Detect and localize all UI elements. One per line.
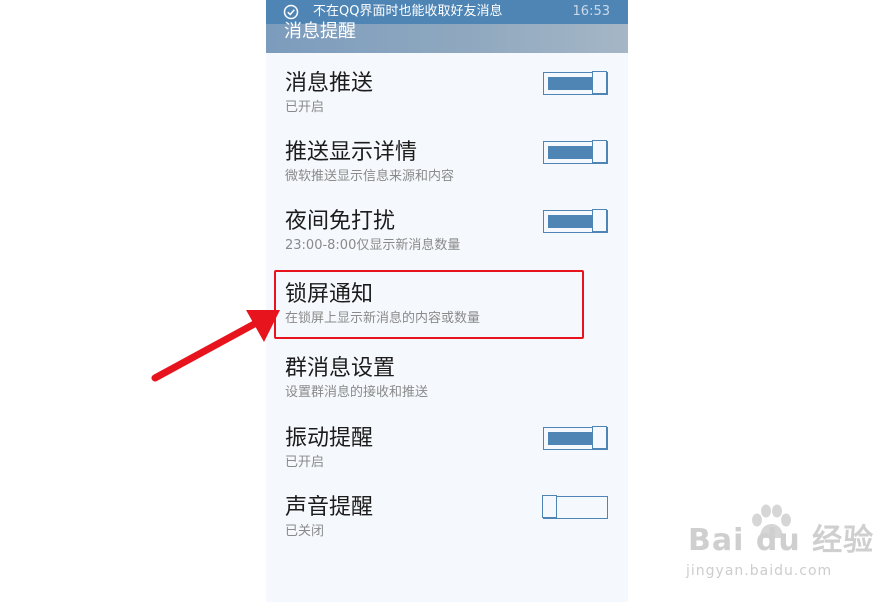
setting-push-details[interactable]: 推送显示详情 微软推送显示信息来源和内容 — [266, 139, 628, 199]
phone-screen: 不在QQ界面时也能收取好友消息 16:53 消息提醒 消息推送 已开启 推送显示… — [266, 0, 628, 602]
setting-title: 推送显示详情 — [285, 140, 418, 165]
status-notice-text: 不在QQ界面时也能收取好友消息 — [313, 4, 503, 19]
setting-title: 锁屏通知 — [285, 282, 374, 307]
setting-title: 群消息设置 — [285, 356, 396, 381]
setting-title: 振动提醒 — [285, 426, 374, 451]
setting-lock-screen-notify[interactable]: 锁屏通知 在锁屏上显示新消息的内容或数量 — [266, 281, 628, 341]
check-circle-icon — [283, 4, 299, 20]
setting-group-message[interactable]: 群消息设置 设置群消息的接收和推送 — [266, 355, 628, 415]
baidu-jingyan-watermark: Bai du 经验 jingyan.baidu.com — [686, 500, 873, 590]
page-header: 消息提醒 — [266, 21, 628, 53]
red-arrow-icon — [151, 310, 280, 382]
setting-title: 声音提醒 — [285, 495, 374, 520]
status-time: 16:53 — [572, 4, 610, 19]
vibration-toggle[interactable] — [543, 426, 608, 450]
setting-title: 消息推送 — [285, 71, 374, 96]
setting-subtitle: 已关闭 — [285, 524, 325, 539]
watermark-url: jingyan.baidu.com — [686, 563, 833, 579]
setting-subtitle: 设置群消息的接收和推送 — [285, 385, 429, 400]
setting-subtitle: 已开启 — [285, 100, 325, 115]
watermark-brand: Bai du 经验 — [688, 523, 875, 558]
night-dnd-toggle[interactable] — [543, 209, 608, 233]
setting-vibration[interactable]: 振动提醒 已开启 — [266, 425, 628, 485]
message-push-toggle[interactable] — [543, 71, 608, 95]
sound-toggle[interactable] — [542, 495, 608, 519]
page-title: 消息提醒 — [284, 21, 356, 42]
setting-message-push[interactable]: 消息推送 已开启 — [266, 70, 628, 130]
setting-subtitle: 已开启 — [285, 455, 325, 470]
push-details-toggle[interactable] — [543, 140, 608, 164]
setting-night-dnd[interactable]: 夜间免打扰 23:00-8:00仅显示新消息数量 — [266, 208, 628, 268]
setting-subtitle: 在锁屏上显示新消息的内容或数量 — [285, 311, 481, 326]
setting-subtitle: 23:00-8:00仅显示新消息数量 — [285, 238, 461, 253]
setting-sound[interactable]: 声音提醒 已关闭 — [266, 494, 628, 554]
setting-title: 夜间免打扰 — [285, 209, 396, 234]
setting-subtitle: 微软推送显示信息来源和内容 — [285, 169, 455, 184]
